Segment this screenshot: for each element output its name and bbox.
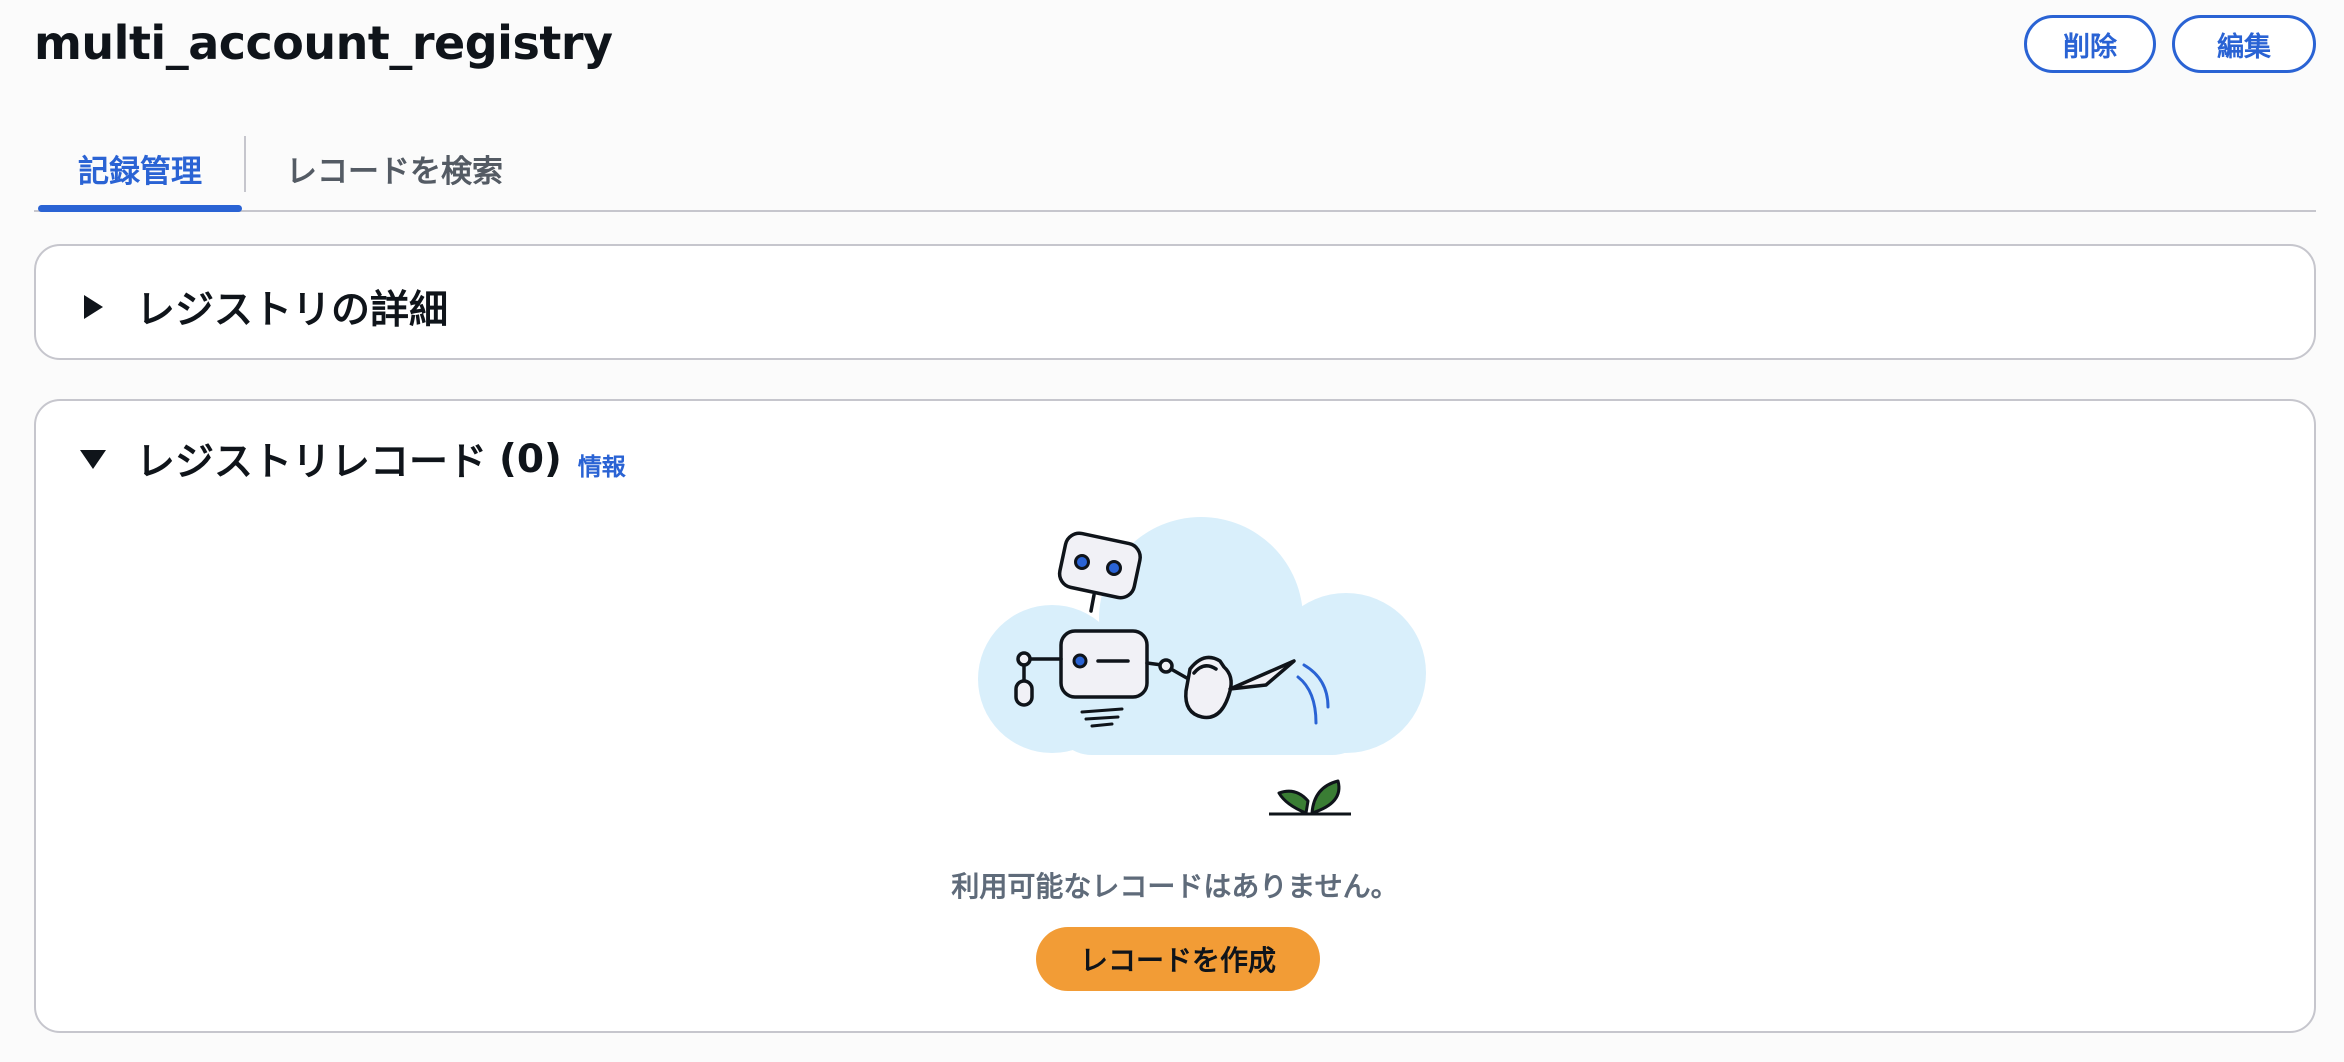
empty-state-message: 利用可能なレコードはありません。	[951, 870, 1399, 903]
registry-details-header[interactable]: レジストリの詳細	[78, 279, 448, 335]
info-link[interactable]: 情報	[578, 447, 626, 482]
tab-search-records[interactable]: レコードを検索	[286, 126, 503, 210]
caret-right-icon	[78, 292, 108, 322]
registry-records-header[interactable]: レジストリレコード (0) 情報	[78, 431, 626, 487]
tab-divider	[244, 136, 246, 192]
tab-bar: 記録管理 レコードを検索	[34, 126, 2316, 212]
registry-details-panel: レジストリの詳細	[34, 244, 2316, 360]
header-actions: 削除 編集	[2024, 15, 2316, 73]
registry-records-count: (0)	[499, 436, 562, 482]
edit-button[interactable]: 編集	[2172, 15, 2316, 73]
registry-records-panel: レジストリレコード (0) 情報 利用可能なレコードはありません。 レコードを作…	[34, 399, 2316, 1033]
create-record-button[interactable]: レコードを作成	[1036, 927, 1320, 991]
caret-down-icon	[78, 444, 108, 474]
tab-record-management[interactable]: 記録管理	[38, 126, 242, 212]
registry-details-title: レジストリの詳細	[136, 288, 449, 333]
registry-records-title: レジストリレコード	[136, 440, 488, 485]
registry-page: multi_account_registry 削除 編集 記録管理 レコードを検…	[0, 0, 2344, 1062]
robot-watering-plant-illustration	[966, 511, 1456, 841]
delete-button[interactable]: 削除	[2024, 15, 2156, 73]
page-title: multi_account_registry	[34, 16, 613, 70]
